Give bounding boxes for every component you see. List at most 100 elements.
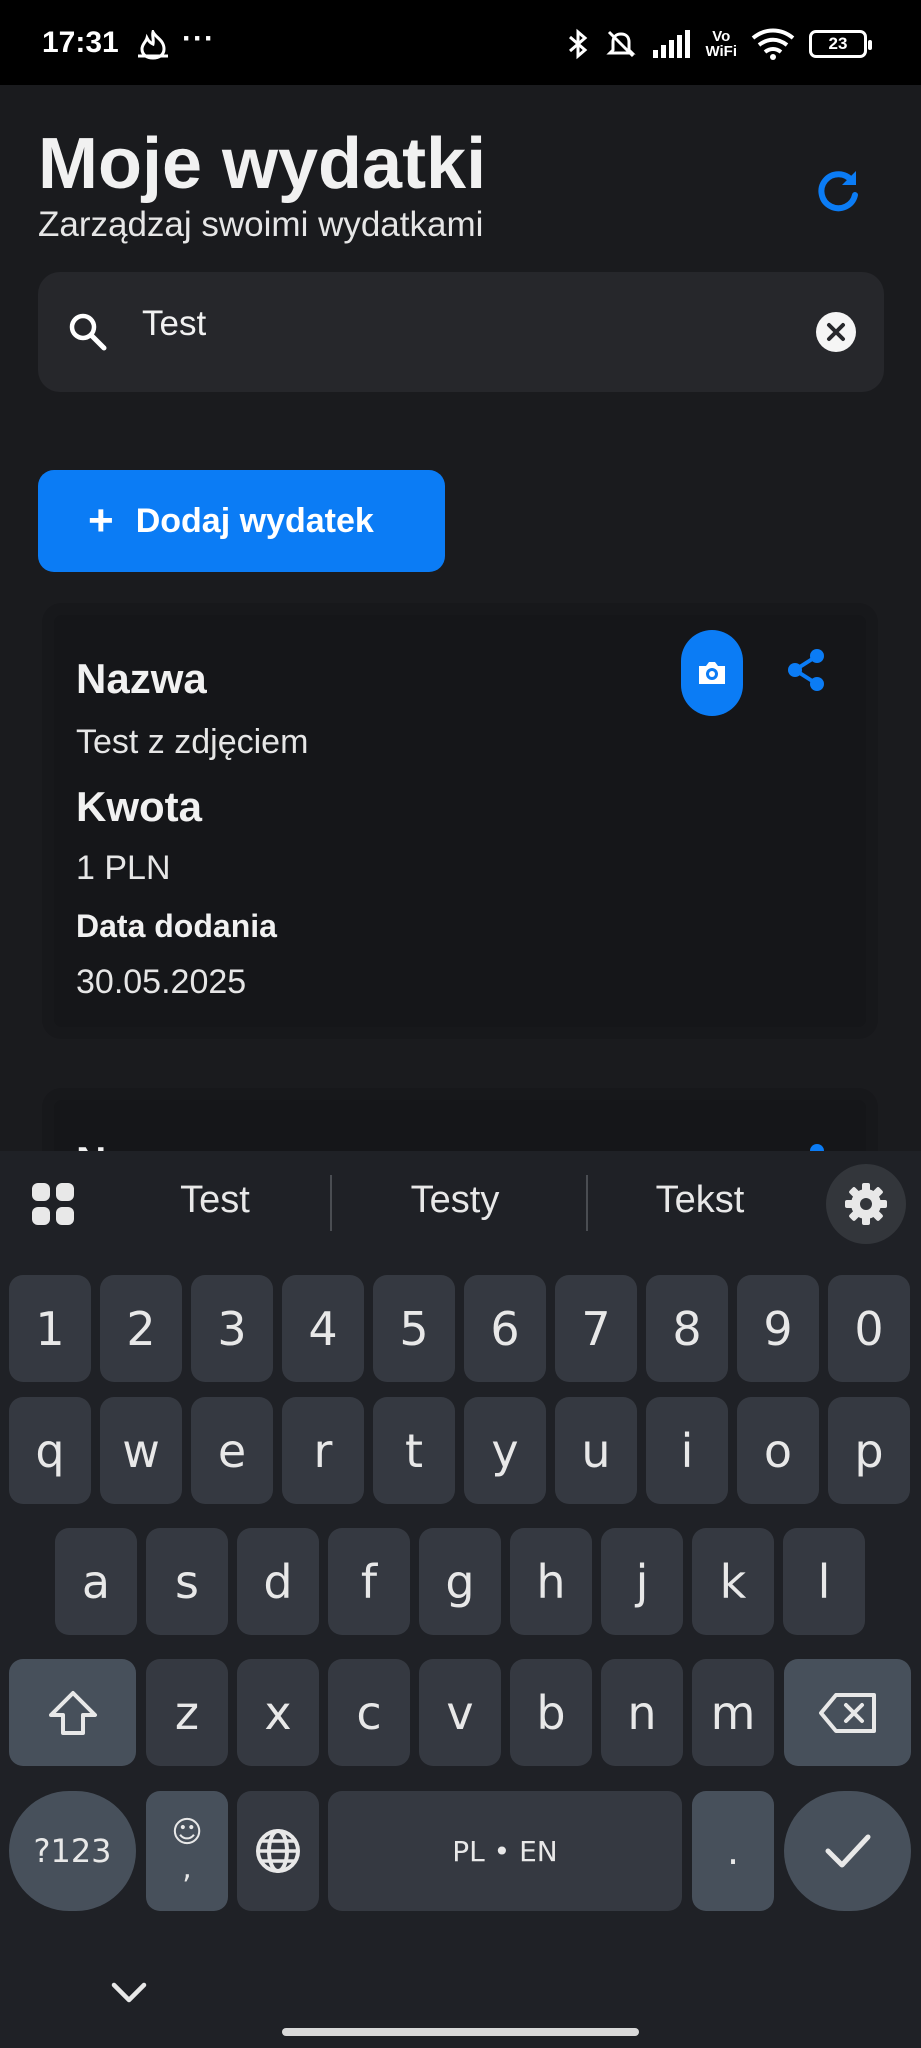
key-p[interactable]: p [828,1397,910,1504]
key-7[interactable]: 7 [555,1275,637,1382]
photo-button[interactable] [681,630,743,716]
key-f[interactable]: f [328,1528,410,1635]
key-z[interactable]: z [146,1659,228,1766]
search-icon [69,313,107,351]
key-x[interactable]: x [237,1659,319,1766]
language-key[interactable] [237,1791,319,1911]
key-v[interactable]: v [419,1659,501,1766]
status-time: 17:31 [42,26,119,59]
vowifi-indicator: Vo WiFi [705,29,737,59]
period-key[interactable]: . [692,1791,774,1911]
expense-card[interactable]: Nazwa Test z zdjęciem Kwota 1 PLN Data d… [54,615,866,1027]
suggestion-1[interactable]: Test [150,1179,280,1222]
keyboard-settings-button[interactable] [826,1164,906,1244]
key-d[interactable]: d [237,1528,319,1635]
page-title: Moje wydatki [38,124,487,204]
plus-icon: + [88,496,114,545]
key-a[interactable]: a [55,1528,137,1635]
expense-amount: 1 PLN [76,849,171,887]
bell-off-icon [606,30,637,58]
key-y[interactable]: y [464,1397,546,1504]
emoji-comma-key[interactable]: ☺ , [146,1791,228,1911]
signal-icon [653,30,691,58]
key-9[interactable]: 9 [737,1275,819,1382]
battery-indicator: 23 [809,30,872,58]
amount-label: Kwota [76,783,202,830]
key-l[interactable]: l [783,1528,865,1635]
suggestion-3[interactable]: Tekst [630,1179,770,1222]
flame-icon [138,30,168,60]
vowifi-top: Vo [712,28,731,45]
key-k[interactable]: k [692,1528,774,1635]
status-more-dots: ··· [182,22,215,55]
app-screen: Moje wydatki Zarządzaj swoimi wydatkami … [0,85,921,1151]
key-1[interactable]: 1 [9,1275,91,1382]
home-indicator[interactable] [282,2028,639,2036]
bluetooth-icon [569,28,588,60]
suggestion-bar: Test Testy Tekst [0,1151,921,1256]
refresh-icon[interactable] [812,165,864,217]
add-expense-button[interactable]: + Dodaj wydatek [38,470,445,572]
key-3[interactable]: 3 [191,1275,273,1382]
symbols-key[interactable]: ?123 [9,1791,136,1911]
apps-grid-icon[interactable] [30,1181,76,1227]
key-e[interactable]: e [191,1397,273,1504]
close-icon [827,323,845,341]
name-label: Nazwa [76,655,207,702]
status-bar: 17:31 ··· Vo WiFi 23 [0,0,921,85]
shift-icon [48,1690,97,1735]
key-6[interactable]: 6 [464,1275,546,1382]
backspace-icon [818,1692,876,1733]
date-label: Data dodania [76,908,277,944]
backspace-key[interactable] [784,1659,911,1766]
key-2[interactable]: 2 [100,1275,182,1382]
key-c[interactable]: c [328,1659,410,1766]
key-q[interactable]: q [9,1397,91,1504]
expense-name: Test z zdjęciem [76,723,309,761]
share-icon[interactable] [781,645,831,695]
space-key[interactable]: PL • EN [328,1791,682,1911]
key-r[interactable]: r [282,1397,364,1504]
emoji-icon: ☺ [171,1815,203,1850]
divider [330,1175,332,1231]
battery-level: 23 [828,34,848,53]
expense-card[interactable]: N [54,1100,866,1151]
key-8[interactable]: 8 [646,1275,728,1382]
share-icon[interactable] [781,1140,831,1151]
enter-key[interactable] [784,1791,911,1911]
search-input[interactable] [142,294,822,354]
page-subtitle: Zarządzaj swoimi wydatkami [38,205,484,244]
clear-search-button[interactable] [816,312,856,352]
key-w[interactable]: w [100,1397,182,1504]
gear-icon [845,1183,887,1225]
suggestion-2[interactable]: Testy [385,1179,525,1222]
name-label: N [76,1138,106,1151]
key-0[interactable]: 0 [828,1275,910,1382]
globe-icon [256,1829,300,1873]
key-s[interactable]: s [146,1528,228,1635]
key-o[interactable]: o [737,1397,819,1504]
comma-label: , [182,1851,192,1886]
key-i[interactable]: i [646,1397,728,1504]
add-expense-label: Dodaj wydatek [135,501,374,540]
key-4[interactable]: 4 [282,1275,364,1382]
vowifi-bottom: WiFi [705,43,737,60]
key-m[interactable]: m [692,1659,774,1766]
shift-key[interactable] [9,1659,136,1766]
wifi-icon [751,28,795,60]
divider [586,1175,588,1231]
expense-date: 30.05.2025 [76,963,247,1001]
checkmark-icon [825,1834,870,1868]
keyboard: Test Testy Tekst 1 2 3 4 5 6 7 8 9 0 q w [0,1151,921,2048]
key-n[interactable]: n [601,1659,683,1766]
key-t[interactable]: t [373,1397,455,1504]
key-5[interactable]: 5 [373,1275,455,1382]
camera-icon [699,662,725,684]
key-u[interactable]: u [555,1397,637,1504]
key-h[interactable]: h [510,1528,592,1635]
key-j[interactable]: j [601,1528,683,1635]
key-b[interactable]: b [510,1659,592,1766]
hide-keyboard-chevron-icon[interactable] [108,1971,150,2013]
key-g[interactable]: g [419,1528,501,1635]
search-bar [38,272,884,392]
